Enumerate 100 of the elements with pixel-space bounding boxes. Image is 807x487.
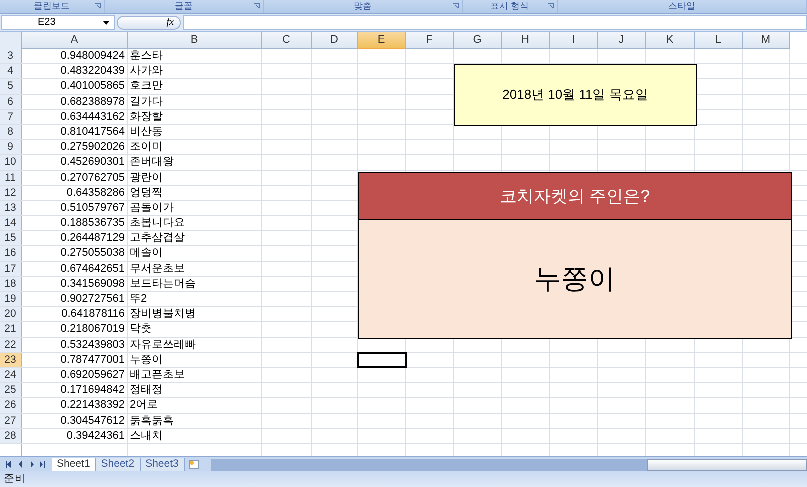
status-text: 준비 — [4, 472, 26, 486]
row-header[interactable]: 14 — [0, 216, 22, 230]
active-cell[interactable] — [358, 352, 406, 367]
sheet-tab[interactable]: Sheet2 — [96, 458, 141, 471]
table-cell-text: 장비병불치병 — [129, 307, 197, 322]
ribbon-group-label: 클립보드 — [34, 0, 70, 13]
table-cell-text: 0.64358286 — [66, 186, 126, 200]
table-cell-text: 0.948009424 — [60, 49, 126, 64]
select-all-button[interactable] — [0, 32, 22, 49]
table-cell-text: 스내치 — [129, 428, 164, 443]
table-cell-text: 훈스타 — [129, 49, 164, 64]
table-cell-text: 화장할 — [129, 110, 164, 124]
table-cell-text: 메솔이 — [129, 246, 164, 261]
table-cell-text: 존버대왕 — [129, 155, 175, 170]
table-cell-text: 호크만 — [129, 79, 164, 94]
table-cell-text: 0.401005865 — [60, 79, 126, 94]
dialog-launcher-icon[interactable] — [453, 3, 459, 9]
table-cell-text: 0.304547612 — [60, 414, 126, 428]
table-cell-text: 0.682388978 — [60, 94, 126, 109]
sheet-tab[interactable]: Sheet3 — [140, 458, 185, 471]
column-header[interactable]: H — [502, 32, 550, 49]
ribbon-group-label: 글꼴 — [175, 0, 193, 13]
row-header[interactable]: 12 — [0, 186, 22, 200]
column-header[interactable]: M — [743, 32, 790, 49]
row-header[interactable]: 18 — [0, 276, 22, 291]
column-header[interactable]: A — [22, 32, 128, 49]
row-header[interactable]: 3 — [0, 49, 22, 64]
answer-text: 누쫑이 — [534, 263, 616, 296]
row-header[interactable]: 24 — [0, 368, 22, 382]
table-cell-text: 고추삼겹살 — [129, 231, 186, 246]
table-cell-text: 0.810417564 — [60, 124, 126, 140]
row-header[interactable]: 16 — [0, 246, 22, 261]
row-header[interactable]: 11 — [0, 170, 22, 185]
table-cell-text: 조이미 — [129, 140, 164, 154]
dialog-launcher-icon[interactable] — [548, 3, 554, 9]
table-cell-text: 길가다 — [129, 94, 164, 109]
table-cell-text: 광란이 — [129, 170, 164, 185]
table-cell-text: 둙흑둙흑 — [129, 414, 175, 428]
sheet-navigation-icon[interactable] — [6, 460, 46, 468]
column-header[interactable]: C — [262, 32, 312, 49]
ribbon-group-label: 맞춤 — [354, 0, 372, 13]
table-cell-text: 0.275902026 — [60, 140, 126, 154]
table-cell-text: 엉덩찍 — [129, 186, 164, 200]
row-header[interactable]: 20 — [0, 307, 22, 322]
table-cell-text: 정태정 — [129, 383, 164, 398]
table-cell-text: 2어로 — [129, 398, 160, 412]
horizontal-scrollbar[interactable] — [210, 459, 807, 471]
row-header[interactable]: 25 — [0, 383, 22, 398]
row-header[interactable]: 4 — [0, 64, 22, 78]
table-cell-text: 0.270762705 — [60, 170, 126, 185]
column-header[interactable]: J — [598, 32, 646, 49]
row-header[interactable]: 19 — [0, 292, 22, 306]
table-cell-text: 0.483220439 — [60, 64, 126, 78]
table-cell-text: 무서운초보 — [129, 262, 186, 276]
dialog-launcher-icon[interactable] — [95, 3, 101, 9]
table-cell-text: 0.221438392 — [60, 398, 126, 412]
column-header[interactable]: B — [128, 32, 262, 49]
column-header[interactable]: L — [695, 32, 743, 49]
row-header[interactable]: 9 — [0, 140, 22, 154]
table-cell-text: 사가와 — [129, 64, 164, 78]
table-cell-text: 0.264487129 — [60, 231, 126, 246]
row-header[interactable]: 10 — [0, 155, 22, 170]
question-title: 코치자켓의 주인은? — [359, 173, 791, 220]
sheet-tab[interactable]: Sheet1 — [52, 458, 96, 471]
table-cell-text: 배고픈초보 — [129, 368, 186, 382]
dialog-launcher-icon[interactable] — [254, 3, 260, 9]
row-header[interactable]: 21 — [0, 322, 22, 337]
row-header[interactable]: 26 — [0, 398, 22, 412]
table-cell-text: 보드타는머슴 — [129, 276, 197, 291]
column-header[interactable]: F — [406, 32, 454, 49]
name-box[interactable]: E23 — [1, 15, 115, 30]
row-header[interactable]: 22 — [0, 338, 22, 352]
column-header[interactable]: K — [646, 32, 695, 49]
formula-input[interactable] — [183, 15, 807, 30]
table-cell-text: 0.510579767 — [60, 200, 126, 216]
ribbon-group-label: 스타일 — [668, 0, 696, 13]
row-header[interactable]: 15 — [0, 231, 22, 246]
table-cell-text: 누쫑이 — [129, 352, 164, 367]
row-header[interactable]: 28 — [0, 428, 22, 443]
column-header[interactable]: E — [358, 32, 406, 49]
row-header[interactable]: 17 — [0, 262, 22, 276]
row-header[interactable]: 7 — [0, 110, 22, 124]
column-header[interactable]: I — [550, 32, 598, 49]
column-header[interactable]: D — [312, 32, 358, 49]
row-header[interactable]: 5 — [0, 79, 22, 94]
table-cell-text: 0.902727561 — [60, 292, 126, 306]
table-cell-text: 0.641878116 — [60, 307, 126, 322]
table-cell-text: 초봅니다요 — [129, 216, 186, 230]
insert-function-button[interactable]: fx — [117, 16, 181, 30]
column-header[interactable]: G — [454, 32, 502, 49]
row-header[interactable]: 27 — [0, 414, 22, 428]
row-header[interactable]: 23 — [0, 352, 22, 367]
row-header[interactable]: 13 — [0, 200, 22, 216]
table-cell-text: 0.218067019 — [60, 322, 126, 337]
table-cell-text: 0.692059627 — [60, 368, 126, 382]
row-header[interactable]: 8 — [0, 124, 22, 140]
table-cell-text: 0.171694842 — [60, 383, 126, 398]
table-cell-text: 0.674642651 — [60, 262, 126, 276]
row-header[interactable]: 6 — [0, 94, 22, 109]
table-cell-text: 0.532439803 — [60, 338, 126, 352]
